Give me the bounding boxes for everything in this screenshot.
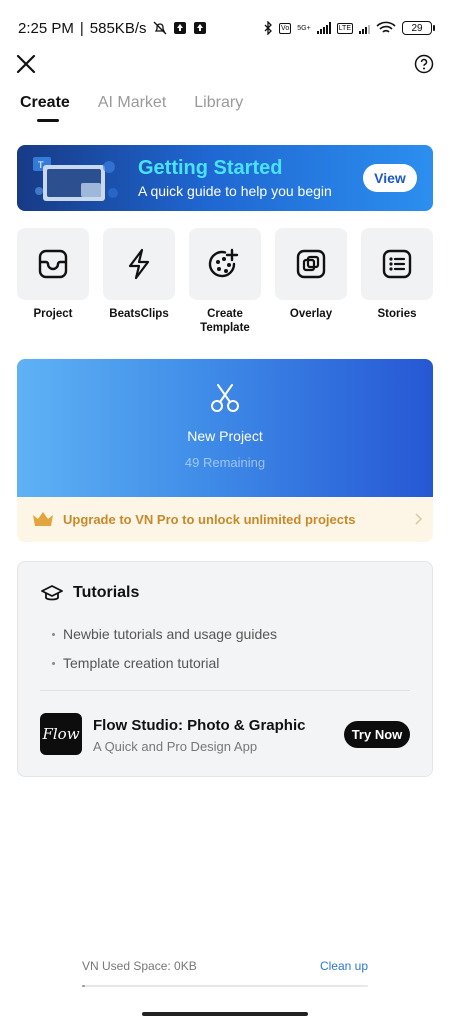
mute-bell-icon <box>153 21 166 35</box>
tool-stories[interactable]: Stories <box>361 228 433 335</box>
bluetooth-icon <box>264 21 272 35</box>
tutorial-item-template[interactable]: Template creation tutorial <box>52 649 277 678</box>
tool-project-label: Project <box>33 308 73 320</box>
banner-title: Getting Started <box>138 157 283 179</box>
template-icon <box>208 248 239 278</box>
clean-up-link[interactable]: Clean up <box>320 959 368 973</box>
projects-remaining: 49 Remaining <box>184 455 266 470</box>
overlay-icon <box>296 249 326 279</box>
tool-beatsclips[interactable]: BeatsClips <box>103 228 175 335</box>
tab-library[interactable]: Library <box>194 94 243 112</box>
getting-started-banner[interactable]: T Getting Started A quick guide to help … <box>17 145 433 211</box>
home-indicator[interactable] <box>142 1012 308 1016</box>
status-time: 2:25 PM <box>18 19 74 37</box>
tab-create[interactable]: Create <box>20 94 70 122</box>
try-now-button[interactable]: Try Now <box>344 721 410 748</box>
top-bar <box>0 52 450 80</box>
status-bar: 2:25 PM | 585KB/s Vo 5G+ LTE 29 <box>0 0 450 56</box>
upgrade-text: Upgrade to VN Pro to unlock unlimited pr… <box>63 512 356 527</box>
battery-icon: 29 <box>402 21 435 35</box>
scissors-icon <box>211 384 239 412</box>
tool-beatsclips-label: BeatsClips <box>109 308 169 320</box>
net-type: 5G+ <box>297 24 311 32</box>
tutorials-header: Tutorials <box>41 584 139 602</box>
tool-project[interactable]: Project <box>17 228 89 335</box>
tool-overlay[interactable]: Overlay <box>275 228 347 335</box>
lightning-icon <box>128 248 150 280</box>
tool-overlay-box <box>275 228 347 300</box>
project-icon <box>38 249 68 279</box>
tool-create-template[interactable]: Create Template <box>189 228 261 335</box>
monitor-illustration-icon: T <box>33 157 118 201</box>
tutorials-title: Tutorials <box>73 584 140 601</box>
flow-app-logo: Flow <box>40 713 82 755</box>
tool-beatsclips-box <box>103 228 175 300</box>
storage-progress-fill <box>82 985 85 987</box>
status-speed: 585KB/s <box>89 19 147 37</box>
tool-create-template-label: Create Template <box>200 308 250 334</box>
close-icon[interactable] <box>14 52 38 76</box>
promo-subtitle: A Quick and Pro Design App <box>93 739 258 754</box>
help-icon[interactable] <box>414 54 434 74</box>
signal-icon <box>316 22 331 34</box>
new-project-title: New Project <box>187 428 263 444</box>
new-project-card[interactable]: New Project 49 Remaining <box>17 359 433 497</box>
wifi-icon <box>376 21 396 33</box>
storage-progress-bar <box>82 985 368 987</box>
tab-bar: Create AI Market Library <box>20 94 243 122</box>
volte-tag: Vo <box>279 22 292 34</box>
tool-grid: Project BeatsClips Create Template Overl… <box>17 228 433 335</box>
lte-tag: LTE <box>336 22 353 34</box>
crown-icon <box>33 512 53 526</box>
chevron-right-icon <box>415 513 423 525</box>
tutorials-list: Newbie tutorials and usage guides Templa… <box>52 620 277 678</box>
upload-icon <box>173 22 186 34</box>
view-button[interactable]: View <box>363 164 417 192</box>
tutorials-card: Tutorials Newbie tutorials and usage gui… <box>17 561 433 777</box>
tool-stories-box <box>361 228 433 300</box>
tab-ai-market[interactable]: AI Market <box>98 94 166 112</box>
used-space-label: VN Used Space: 0KB <box>82 959 197 973</box>
tool-project-box <box>17 228 89 300</box>
divider <box>40 690 410 691</box>
graduation-cap-icon <box>41 585 63 601</box>
signal-icon-2 <box>359 22 370 34</box>
status-right: Vo 5G+ LTE 29 <box>263 21 435 35</box>
upload-icon-2 <box>193 22 206 34</box>
banner-subtitle: A quick guide to help you begin <box>138 183 332 199</box>
tool-create-template-box <box>189 228 261 300</box>
status-left: 2:25 PM | 585KB/s <box>18 20 207 37</box>
tool-overlay-label: Overlay <box>289 308 333 320</box>
promo-title: Flow Studio: Photo & Graphic <box>93 717 306 734</box>
tool-stories-label: Stories <box>377 308 417 320</box>
list-icon <box>382 249 412 279</box>
svg-text:T: T <box>37 161 44 171</box>
tutorial-item-newbie[interactable]: Newbie tutorials and usage guides <box>52 620 277 649</box>
upgrade-banner[interactable]: Upgrade to VN Pro to unlock unlimited pr… <box>17 497 433 542</box>
